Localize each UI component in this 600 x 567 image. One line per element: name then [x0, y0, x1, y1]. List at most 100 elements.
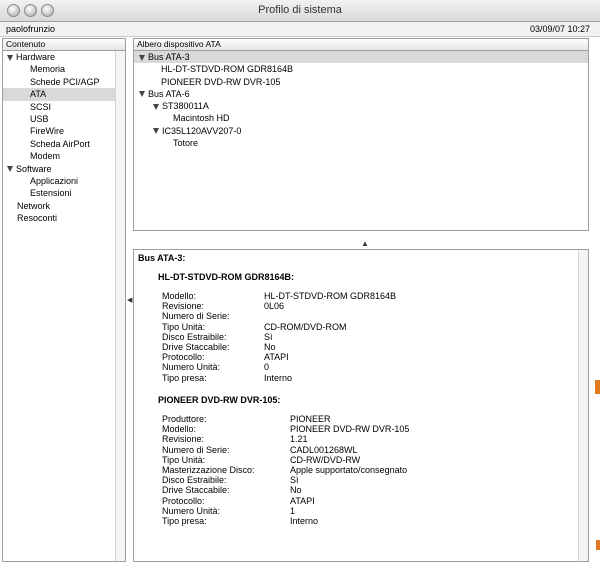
property-row: Revisione: 0L06: [162, 301, 582, 311]
property-value: PIONEER DVD-RW DVR-105: [290, 424, 410, 435]
property-row: Masterizzazione Disco: Apple supportato/c…: [162, 465, 582, 475]
property-row: Modello: PIONEER DVD-RW DVR-105: [162, 424, 582, 434]
property-row: Tipo Unità: CD-ROM/DVD-ROM: [162, 322, 582, 332]
property-key: Protocollo:: [162, 495, 205, 506]
property-value: Interno: [290, 515, 319, 526]
user-name: paolofrunzio: [6, 24, 56, 34]
property-value: No: [264, 341, 276, 352]
sidebar-item-label: Memoria: [30, 64, 66, 75]
property-row: Produttore: PIONEER: [162, 414, 582, 424]
property-key: Numero di Serie:: [162, 444, 230, 455]
sidebar-scrollbar[interactable]: [115, 51, 125, 561]
property-value: ATAPI: [290, 495, 315, 506]
tree-item[interactable]: IC35L120AVV207-0: [134, 125, 588, 137]
tree-item[interactable]: PIONEER DVD-RW DVR-105: [134, 76, 588, 88]
sidebar-item[interactable]: Schede PCI/AGP: [3, 76, 125, 88]
property-value: No: [290, 485, 302, 496]
property-key: Numero Unità:: [162, 505, 221, 516]
disclosure-triangle-icon[interactable]: [7, 166, 13, 173]
property-key: Numero Unità:: [162, 362, 221, 373]
property-key: Drive Staccabile:: [162, 341, 230, 352]
window-title: Profilo di sistema: [258, 4, 342, 16]
tree-item[interactable]: ST380011A: [134, 100, 588, 112]
tree-item-label: ST380011A: [162, 101, 209, 112]
contents-sidebar: Contenuto Hardware Memoria Schede PCI/AGP A…: [2, 38, 126, 562]
property-key: Tipo presa:: [162, 372, 207, 383]
property-value: Sì: [290, 475, 299, 486]
sidebar-item-label: ATA: [30, 89, 47, 100]
tree-item[interactable]: Bus ATA-6: [134, 88, 588, 100]
property-row: Numero di Serie:: [162, 311, 582, 321]
property-row: Disco Estraibile: Sì: [162, 332, 582, 342]
sidebar-item[interactable]: Scheda AirPort: [3, 138, 125, 150]
property-row: Drive Staccabile: No: [162, 485, 582, 495]
sidebar-item[interactable]: Hardware: [3, 51, 125, 63]
property-value: CD-RW/DVD-RW: [290, 454, 361, 465]
accent-edge: [595, 380, 600, 394]
sidebar-header[interactable]: Contenuto: [3, 39, 125, 51]
property-key: Protocollo:: [162, 352, 205, 363]
sidebar-item-label: Modem: [30, 151, 61, 162]
tree-header[interactable]: Albero dispositivo ATA: [134, 39, 588, 51]
property-key: Tipo presa:: [162, 515, 207, 526]
sidebar-item[interactable]: FireWire: [3, 125, 125, 137]
report-datetime: 03/09/07 10:27: [529, 24, 590, 34]
property-row: Modello: HL-DT-STDVD-ROM GDR8164B: [162, 291, 582, 301]
disclosure-triangle-icon[interactable]: [7, 54, 13, 61]
property-key: Drive Staccabile:: [162, 485, 230, 496]
sidebar-item[interactable]: SCSI: [3, 101, 125, 113]
tree-item-label: Macintosh HD: [173, 113, 230, 124]
detail-title: Bus ATA-3:: [138, 253, 186, 263]
property-value: CD-ROM/DVD-ROM: [264, 321, 347, 332]
property-value: CADL001268WL: [290, 444, 358, 455]
disclosure-triangle-icon[interactable]: [139, 91, 145, 98]
splitter-caret-icon: ▲: [361, 239, 369, 248]
property-value: 1: [290, 505, 296, 516]
disclosure-triangle-icon[interactable]: [153, 128, 159, 135]
sidebar-item[interactable]: Memoria: [3, 63, 125, 75]
property-value: Apple supportato/consegnato: [290, 464, 408, 475]
property-key: Tipo Unità:: [162, 321, 206, 332]
property-key: Masterizzazione Disco:: [162, 464, 255, 475]
tree-item-label: IC35L120AVV207-0: [162, 125, 242, 136]
device-heading: PIONEER DVD-RW DVR-105:: [158, 395, 281, 405]
sidebar-item[interactable]: Resoconti: [3, 212, 125, 224]
disclosure-triangle-icon[interactable]: [139, 54, 145, 61]
sidebar-item-label: Estensioni: [30, 188, 72, 199]
sidebar-item[interactable]: Network: [3, 200, 125, 212]
sidebar-item-label: Schede PCI/AGP: [30, 76, 100, 87]
property-row: Protocollo: ATAPI: [162, 352, 582, 362]
tree-item[interactable]: Bus ATA-3: [134, 51, 588, 64]
tree-item[interactable]: Macintosh HD: [134, 112, 588, 124]
property-row: Drive Staccabile: No: [162, 342, 582, 352]
property-value: Interno: [264, 372, 293, 383]
collapse-left-arrow-icon[interactable]: ◀: [127, 296, 132, 304]
tree-item[interactable]: Totore: [134, 137, 588, 149]
property-row: Protocollo: ATAPI: [162, 496, 582, 506]
sidebar-item-label: Scheda AirPort: [30, 138, 91, 149]
accent-edge: [596, 540, 600, 550]
sidebar-item[interactable]: ATA: [3, 88, 125, 101]
property-value: ATAPI: [264, 352, 289, 363]
property-value: Sì: [264, 331, 273, 342]
sidebar-item-label: Applicazioni: [30, 175, 79, 186]
tree-item-label: HL-DT-STDVD-ROM GDR8164B: [161, 64, 294, 75]
disclosure-triangle-icon[interactable]: [153, 103, 159, 110]
sidebar-item[interactable]: Modem: [3, 150, 125, 162]
tree-item-label: Bus ATA-3: [148, 52, 190, 62]
sidebar-item[interactable]: USB: [3, 113, 125, 125]
sidebar-item-label: Network: [17, 200, 51, 211]
sidebar-item[interactable]: Estensioni: [3, 187, 125, 199]
sidebar-item[interactable]: Software: [3, 163, 125, 175]
sidebar-item[interactable]: Applicazioni: [3, 175, 125, 187]
sidebar-item-label: Hardware: [16, 52, 56, 62]
property-key: Numero di Serie:: [162, 311, 230, 322]
detail-scrollbar[interactable]: [578, 250, 588, 561]
property-key: Produttore:: [162, 414, 207, 424]
tree-item[interactable]: HL-DT-STDVD-ROM GDR8164B: [134, 63, 588, 75]
property-value: 0: [264, 362, 270, 373]
tree-item-label: PIONEER DVD-RW DVR-105: [161, 76, 281, 87]
property-row: Disco Estraibile: Sì: [162, 475, 582, 485]
info-bar: paolofrunzio 03/09/07 10:27: [0, 22, 600, 37]
sidebar-list: Hardware Memoria Schede PCI/AGP ATA SCSI USB F…: [3, 51, 125, 224]
